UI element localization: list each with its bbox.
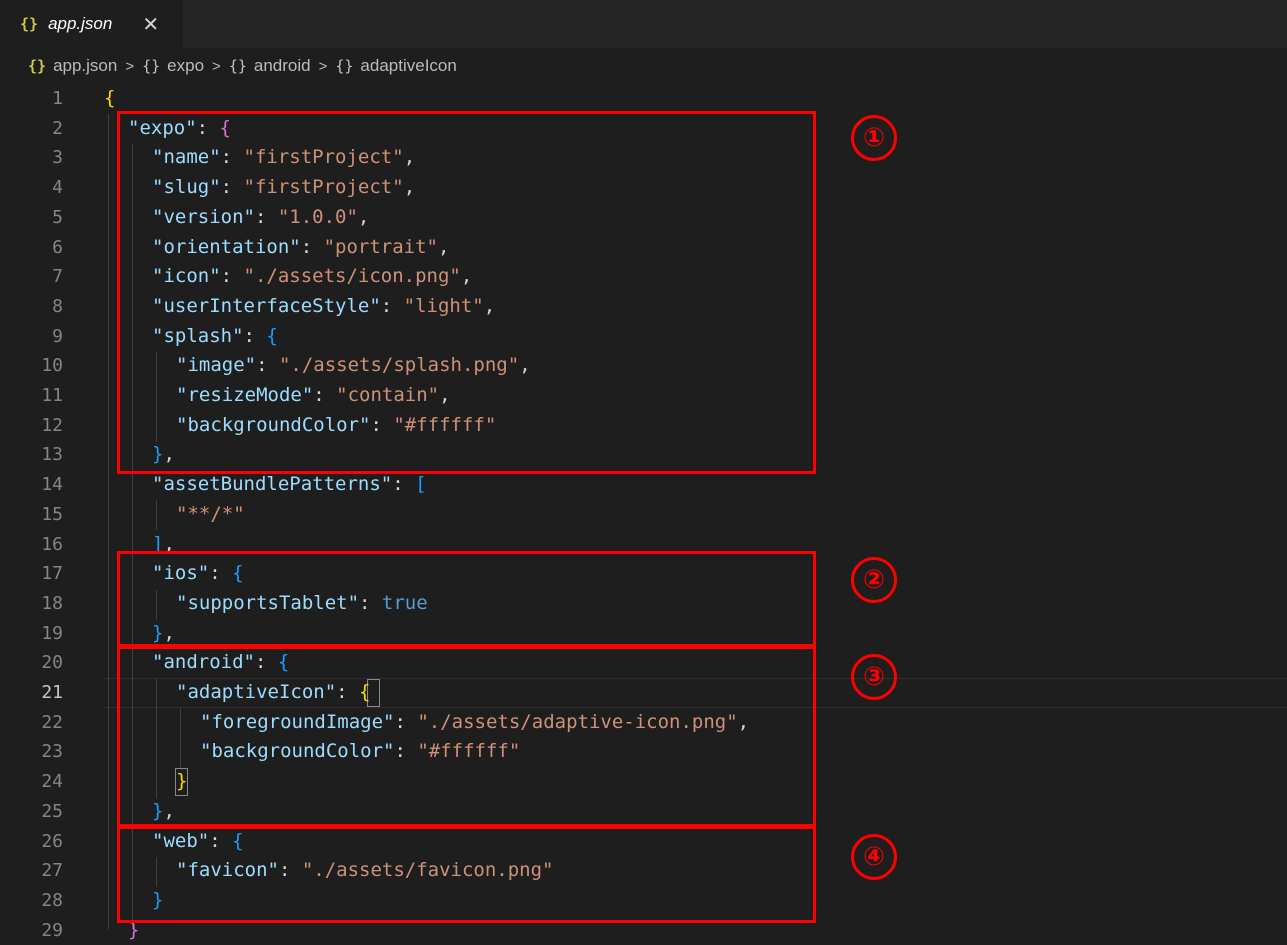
object-braces-icon: {} bbox=[335, 57, 354, 75]
code-line[interactable]: 14 "assetBundlePatterns": [ bbox=[0, 470, 1287, 500]
line-number: 28 bbox=[41, 889, 63, 911]
annotation-marker-2: ② bbox=[851, 557, 897, 603]
annotation-marker-4: ④ bbox=[851, 834, 897, 880]
code-token: : bbox=[392, 473, 416, 496]
tab-title: app.json bbox=[48, 14, 113, 33]
line-number: 3 bbox=[52, 147, 63, 169]
code-token: [ bbox=[415, 473, 427, 496]
breadcrumb-label: expo bbox=[167, 56, 205, 75]
breadcrumb-label: app.json bbox=[53, 56, 118, 75]
annotation-marker-3: ③ bbox=[851, 654, 897, 700]
line-number: 14 bbox=[41, 474, 63, 496]
breadcrumb-item-android[interactable]: {} android bbox=[229, 56, 311, 76]
code-line[interactable]: 1{ bbox=[0, 84, 1287, 114]
annotation-box-4 bbox=[117, 826, 816, 923]
line-number: 13 bbox=[41, 444, 63, 466]
line-number: 21 bbox=[41, 682, 63, 703]
line-number: 9 bbox=[52, 325, 63, 347]
breadcrumb-item-app-json[interactable]: {} app.json bbox=[28, 56, 117, 76]
json-braces-icon: {} bbox=[28, 57, 47, 75]
breadcrumb-item-expo[interactable]: {} expo bbox=[142, 56, 204, 76]
object-braces-icon: {} bbox=[142, 57, 161, 75]
code-text: "assetBundlePatterns": [ bbox=[152, 470, 427, 500]
line-number: 5 bbox=[52, 206, 63, 228]
line-number: 4 bbox=[52, 177, 63, 199]
annotation-marker-1: ① bbox=[851, 115, 897, 161]
line-number: 15 bbox=[41, 503, 63, 525]
json-braces-icon: {} bbox=[20, 15, 39, 33]
line-number: 1 bbox=[52, 88, 63, 109]
line-number: 11 bbox=[41, 385, 63, 406]
code-token: { bbox=[104, 87, 116, 109]
line-number: 2 bbox=[52, 117, 63, 139]
annotation-box-2 bbox=[117, 551, 816, 647]
line-number: 12 bbox=[41, 414, 63, 436]
line-number: 16 bbox=[41, 533, 63, 555]
breadcrumb-item-adaptive-icon[interactable]: {} adaptiveIcon bbox=[335, 56, 456, 76]
line-number: 29 bbox=[41, 919, 63, 941]
chevron-right-icon: > bbox=[318, 57, 328, 75]
line-number: 25 bbox=[41, 800, 63, 822]
tab-bar: {} app.json ✕ bbox=[0, 0, 1287, 48]
line-number: 10 bbox=[41, 355, 63, 377]
line-number: 18 bbox=[41, 592, 63, 614]
line-number: 19 bbox=[41, 622, 63, 644]
code-token: "assetBundlePatterns" bbox=[152, 473, 393, 496]
code-token: "**/*" bbox=[176, 502, 245, 525]
breadcrumb-label: adaptiveIcon bbox=[360, 56, 457, 75]
code-text: { bbox=[104, 84, 115, 114]
breadcrumb-label: android bbox=[253, 56, 311, 75]
line-number: 24 bbox=[41, 771, 63, 793]
annotation-box-1 bbox=[117, 111, 816, 474]
breadcrumb: {} app.json > {} expo > {} android > {} … bbox=[0, 48, 1287, 84]
line-number: 7 bbox=[52, 266, 63, 288]
line-number: 27 bbox=[41, 860, 63, 882]
code-text: "**/*" bbox=[176, 500, 245, 530]
line-number: 17 bbox=[41, 563, 63, 585]
tab-app-json[interactable]: {} app.json ✕ bbox=[0, 0, 183, 48]
line-number: 22 bbox=[41, 711, 63, 733]
line-number: 8 bbox=[52, 295, 63, 317]
chevron-right-icon: > bbox=[125, 57, 135, 75]
line-number: 6 bbox=[52, 236, 63, 258]
line-number: 23 bbox=[41, 741, 63, 763]
annotation-box-3 bbox=[117, 646, 816, 827]
object-braces-icon: {} bbox=[228, 57, 247, 75]
chevron-right-icon: > bbox=[212, 57, 221, 75]
line-number: 26 bbox=[41, 830, 63, 852]
code-line[interactable]: 15 "**/*" bbox=[0, 500, 1287, 530]
close-icon[interactable]: ✕ bbox=[142, 12, 159, 37]
line-number: 20 bbox=[41, 652, 63, 674]
